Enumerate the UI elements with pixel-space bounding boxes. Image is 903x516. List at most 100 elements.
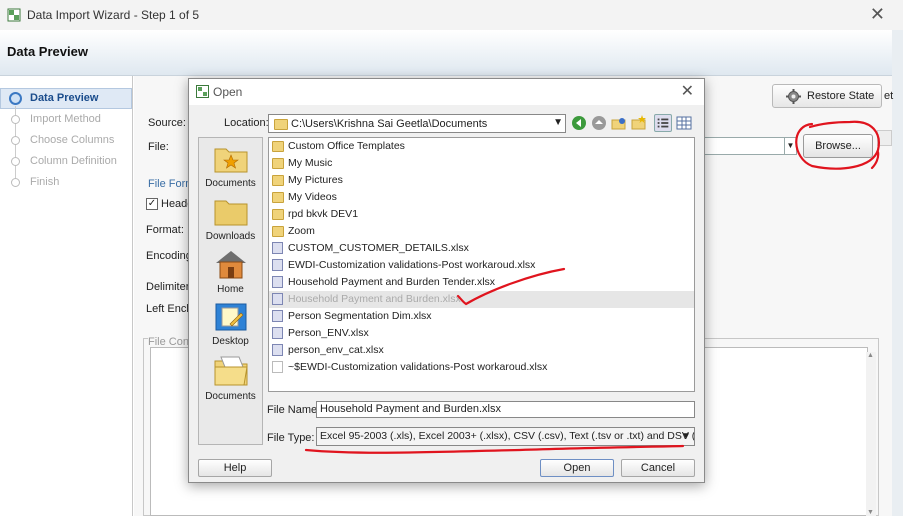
file-type-select[interactable]: Excel 95-2003 (.xls), Excel 2003+ (.xlsx…	[316, 427, 695, 446]
dialog-titlebar: Open ✕	[189, 79, 704, 105]
place-desktop[interactable]: Desktop	[199, 302, 262, 347]
location-value: C:\Users\Krishna Sai Geetla\Documents	[291, 118, 488, 130]
step-choose-columns[interactable]: Choose Columns	[30, 134, 114, 146]
header-checkbox[interactable]: ✓	[146, 198, 158, 210]
place-label: Downloads	[205, 231, 256, 242]
side-strip	[877, 130, 892, 146]
place-label: Documents	[205, 178, 256, 189]
page-title: Data Preview	[7, 44, 88, 59]
back-icon[interactable]	[570, 114, 588, 132]
app-icon	[7, 8, 21, 22]
list-item[interactable]: person_env_cat.xlsx	[269, 342, 694, 359]
list-item[interactable]: CUSTOM_CUSTOMER_DETAILS.xlsx	[269, 240, 694, 257]
scroll-up-icon[interactable]: ▲	[867, 352, 874, 359]
folder-icon	[274, 119, 288, 130]
restore-state-label: Restore State	[807, 90, 875, 102]
documents-folder-icon	[214, 356, 248, 386]
file-icon	[272, 276, 283, 288]
folder-icon	[272, 141, 284, 152]
gear-icon	[786, 89, 801, 104]
app-icon	[196, 85, 209, 98]
list-item-selected[interactable]: Household Payment and Burden.xlsx	[269, 291, 694, 308]
desktop-icon	[215, 303, 246, 331]
step-data-preview[interactable]: Data Preview	[30, 92, 98, 104]
file-list[interactable]: Custom Office Templates My Music My Pict…	[268, 137, 695, 392]
list-item[interactable]: My Pictures	[269, 172, 694, 189]
file-label: File:	[148, 141, 169, 153]
place-label: Home	[217, 284, 244, 295]
step-indicator-icon	[11, 136, 20, 145]
list-item[interactable]: My Videos	[269, 189, 694, 206]
list-view-icon[interactable]	[654, 114, 672, 132]
folder-icon	[272, 175, 284, 186]
folder-icon	[272, 158, 284, 169]
chevron-down-icon[interactable]: ▼	[784, 138, 796, 154]
list-item[interactable]: ~$EWDI-Customization validations-Post wo…	[269, 359, 694, 376]
file-icon	[272, 344, 283, 356]
cancel-button[interactable]: Cancel	[621, 459, 695, 477]
details-view-icon[interactable]	[675, 114, 693, 132]
help-button[interactable]: Help	[198, 459, 272, 477]
step-indicator-icon	[11, 178, 20, 187]
folder-icon	[272, 192, 284, 203]
home-icon	[215, 251, 246, 279]
step-import-method[interactable]: Import Method	[30, 113, 101, 125]
step-indicator-icon	[11, 157, 20, 166]
list-item[interactable]: Person Segmentation Dim.xlsx	[269, 308, 694, 325]
list-item[interactable]: EWDI-Customization validations-Post work…	[269, 257, 694, 274]
step-indicator-icon	[9, 92, 22, 105]
list-item[interactable]: rpd bkvk DEV1	[269, 206, 694, 223]
open-button[interactable]: Open	[540, 459, 614, 477]
file-name-input[interactable]: Household Payment and Burden.xlsx	[316, 401, 695, 418]
chevron-down-icon[interactable]: ▼	[681, 428, 691, 445]
place-label: Documents	[205, 391, 256, 402]
step-column-definition[interactable]: Column Definition	[30, 155, 117, 167]
file-icon	[272, 293, 283, 305]
downloads-folder-icon	[214, 200, 247, 226]
list-item[interactable]: Person_ENV.xlsx	[269, 325, 694, 342]
file-icon	[272, 259, 283, 271]
place-label: Desktop	[212, 336, 249, 347]
window-right-edge	[892, 30, 903, 516]
restore-state-button[interactable]: Restore State	[772, 84, 882, 108]
browse-button[interactable]: Browse...	[803, 134, 873, 158]
file-icon	[272, 310, 283, 322]
home-folder-icon[interactable]	[610, 114, 628, 132]
scroll-down-icon[interactable]: ▼	[867, 509, 874, 516]
temp-file-icon	[272, 361, 283, 373]
file-type-value: Excel 95-2003 (.xls), Excel 2003+ (.xlsx…	[320, 430, 695, 442]
dialog-close-icon[interactable]: ✕	[681, 81, 694, 101]
file-path-field[interactable]: ▼	[703, 137, 797, 155]
folder-icon	[272, 226, 284, 237]
location-combo[interactable]: C:\Users\Krishna Sai Geetla\Documents ▼	[268, 114, 566, 133]
source-label: Source:	[148, 117, 186, 129]
file-icon	[272, 327, 283, 339]
toolbar-cut-off-text: et	[884, 90, 894, 102]
list-item[interactable]: My Music	[269, 155, 694, 172]
window-title: Data Import Wizard - Step 1 of 5	[27, 8, 200, 22]
location-label: Location:	[224, 117, 269, 129]
window-close-icon[interactable]: ✕	[870, 4, 885, 25]
delimiter-label: Delimiter:	[146, 281, 193, 293]
list-item[interactable]: Zoom	[269, 223, 694, 240]
dialog-title: Open	[213, 85, 243, 99]
step-finish[interactable]: Finish	[30, 176, 59, 188]
list-item[interactable]: Household Payment and Burden Tender.xlsx	[269, 274, 694, 291]
folder-icon	[272, 209, 284, 220]
file-icon	[272, 242, 283, 254]
step-indicator-icon	[11, 115, 20, 124]
wizard-header: Data Preview	[0, 30, 892, 76]
chevron-down-icon[interactable]: ▼	[553, 117, 563, 128]
place-documents-2[interactable]: Documents	[199, 353, 262, 402]
up-folder-icon[interactable]	[590, 114, 608, 132]
window-titlebar: Data Import Wizard - Step 1 of 5 ✕	[0, 0, 903, 30]
preview-scrollbar[interactable]: ▲ ▼	[866, 352, 876, 516]
list-item[interactable]: Custom Office Templates	[269, 138, 694, 155]
place-documents[interactable]: Documents	[199, 144, 262, 189]
place-home[interactable]: Home	[199, 248, 262, 295]
format-label: Format:	[146, 224, 184, 236]
open-dialog: Open ✕ Location: C:\Users\Krishna Sai Ge…	[188, 78, 705, 483]
new-folder-icon[interactable]	[630, 114, 648, 132]
place-downloads[interactable]: Downloads	[199, 197, 262, 242]
file-type-label: File Type:	[267, 432, 315, 444]
